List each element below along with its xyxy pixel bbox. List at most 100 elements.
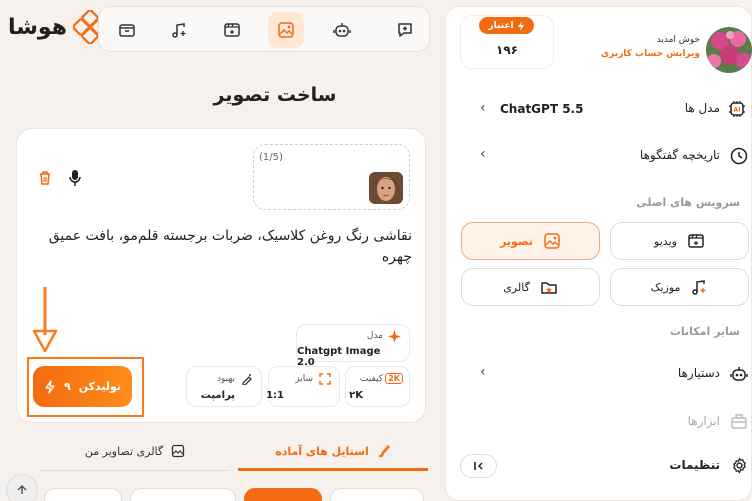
service-image-button[interactable]: تصویر (461, 222, 600, 260)
gear-icon (733, 457, 746, 474)
video-icon (688, 234, 704, 248)
clock-icon (730, 147, 748, 165)
nav-video[interactable] (214, 12, 250, 48)
image-icon (171, 444, 185, 458)
edit-account-link[interactable]: ویرایش حساب کاربری (600, 49, 700, 59)
quality-label: کیفیت (359, 374, 383, 384)
size-value: 1:1 (266, 390, 284, 401)
other-features-title: سایر امکانات (669, 325, 740, 338)
trash-icon (40, 171, 50, 185)
tab-my-gallery-label: گالری تصاویر من (84, 444, 164, 458)
service-music-label: موزیک (650, 280, 681, 294)
model-name: ChatGPT 5.5 (500, 102, 584, 116)
nav-music[interactable] (161, 12, 197, 48)
service-video-label: ویدیو (654, 234, 677, 248)
image-gen-icon (544, 233, 560, 249)
clock-icon-wrap (730, 147, 748, 169)
robot-icon (333, 23, 351, 37)
style-chip[interactable] (44, 488, 122, 501)
magic-pen-icon (242, 374, 252, 385)
models-row[interactable]: ‹ ChatGPT 5.5 (480, 100, 640, 120)
upload-count: (1/5) (259, 152, 283, 163)
active-tab-indicator (238, 468, 428, 471)
quality-value: ۲K (349, 390, 363, 401)
credit-value: ۱۹۶ (496, 43, 518, 57)
service-music-button[interactable]: موزیک (610, 268, 749, 306)
nav-assistant[interactable] (324, 12, 360, 48)
main-services-title: سرویس های اصلی (636, 196, 740, 209)
collapse-sidebar-button[interactable] (460, 454, 497, 478)
folder-icon (119, 24, 135, 37)
prompt-text[interactable]: نقاشی رنگ روغن کلاسیک، ضربات برجسته قلم‌… (36, 226, 412, 268)
microphone-icon (69, 170, 81, 186)
toolbox-icon (731, 414, 747, 429)
models-label: مدل ها (684, 101, 720, 115)
image-gen-icon (278, 22, 294, 38)
prompt-enhance-toggle[interactable]: بهبود پرامپت (186, 366, 262, 407)
scroll-top-button[interactable] (6, 474, 38, 501)
tools-icon-wrap (730, 412, 748, 434)
brush-icon (378, 445, 390, 458)
chevron-left-icon[interactable]: ‹ (480, 146, 486, 162)
style-chip[interactable] (244, 488, 322, 501)
svg-text:AI: AI (734, 107, 741, 114)
credit-badge: اعتبار (479, 17, 534, 34)
music-note-icon (172, 23, 186, 38)
delete-button[interactable] (38, 170, 52, 190)
enhance-value: پرامپت (200, 390, 235, 401)
brand-logo[interactable]: هوشا (8, 10, 107, 44)
size-selector[interactable]: سایز 1:1 (266, 366, 340, 407)
portrait-thumbnail-image (369, 172, 403, 204)
nav-new-chat[interactable] (387, 12, 423, 48)
ai-chip-icon: AI (729, 101, 745, 117)
video-add-icon (224, 23, 240, 37)
sparkle-icon (388, 330, 401, 343)
generate-label: تولیدکن (78, 380, 122, 393)
music-icon (692, 280, 706, 295)
tools-label: ابزارها (687, 414, 720, 428)
settings-label[interactable]: تنظیمات (620, 458, 720, 472)
nav-image[interactable] (268, 12, 304, 48)
gear-icon-wrap (731, 457, 748, 478)
generate-cost: ۹ (63, 380, 71, 393)
arrow-up-icon (17, 484, 27, 494)
service-gallery-button[interactable]: گالری (461, 268, 600, 306)
ai-chip-icon-wrap: AI (728, 100, 746, 122)
chevron-left-icon: ‹ (480, 100, 486, 116)
lightning-icon (45, 379, 55, 394)
quality-icon: 2K (385, 373, 403, 384)
robot-icon (730, 367, 748, 381)
robot-icon-wrap (729, 364, 749, 388)
service-video-button[interactable]: ویدیو (610, 222, 749, 260)
page-title: ساخت تصویر (213, 84, 337, 106)
chevron-left-icon[interactable]: ‹ (480, 364, 486, 380)
service-gallery-label: گالری (503, 280, 530, 294)
history-label[interactable]: تاریخچه گفتگوها (600, 148, 720, 162)
gallery-icon (541, 282, 557, 294)
generate-button[interactable]: ۹ تولیدکن (33, 366, 132, 407)
model-label: مدل (366, 331, 383, 341)
resize-icon (319, 373, 331, 385)
reference-image-thumbnail[interactable] (369, 172, 403, 204)
service-image-label: تصویر (500, 234, 533, 248)
enhance-label: بهبود (216, 374, 235, 384)
assistants-label[interactable]: دستیارها (600, 366, 720, 380)
avatar-flowers-image (706, 27, 752, 73)
brand-name: هوشا (8, 14, 67, 40)
tab-ready-styles[interactable]: استایل های آماده (238, 432, 428, 470)
model-selector[interactable]: مدل Chatgpt Image 2.0 (296, 324, 410, 368)
model-value: Chatgpt Image 2.0 (297, 346, 381, 368)
style-chip[interactable] (330, 488, 424, 501)
top-nav (98, 6, 430, 52)
lightning-icon (517, 20, 524, 31)
welcome-text: خوش امدید (656, 35, 700, 45)
size-label: سایز (295, 374, 313, 384)
credit-label: اعتبار (488, 20, 514, 31)
voice-input-button[interactable] (68, 169, 82, 191)
avatar[interactable] (706, 27, 752, 73)
panel-collapse-icon (473, 462, 483, 470)
tab-my-gallery[interactable]: گالری تصاویر من (40, 432, 230, 470)
nav-folder[interactable] (109, 12, 145, 48)
style-chip[interactable] (130, 488, 236, 501)
quality-selector[interactable]: 2K کیفیت ۲K (345, 366, 410, 407)
